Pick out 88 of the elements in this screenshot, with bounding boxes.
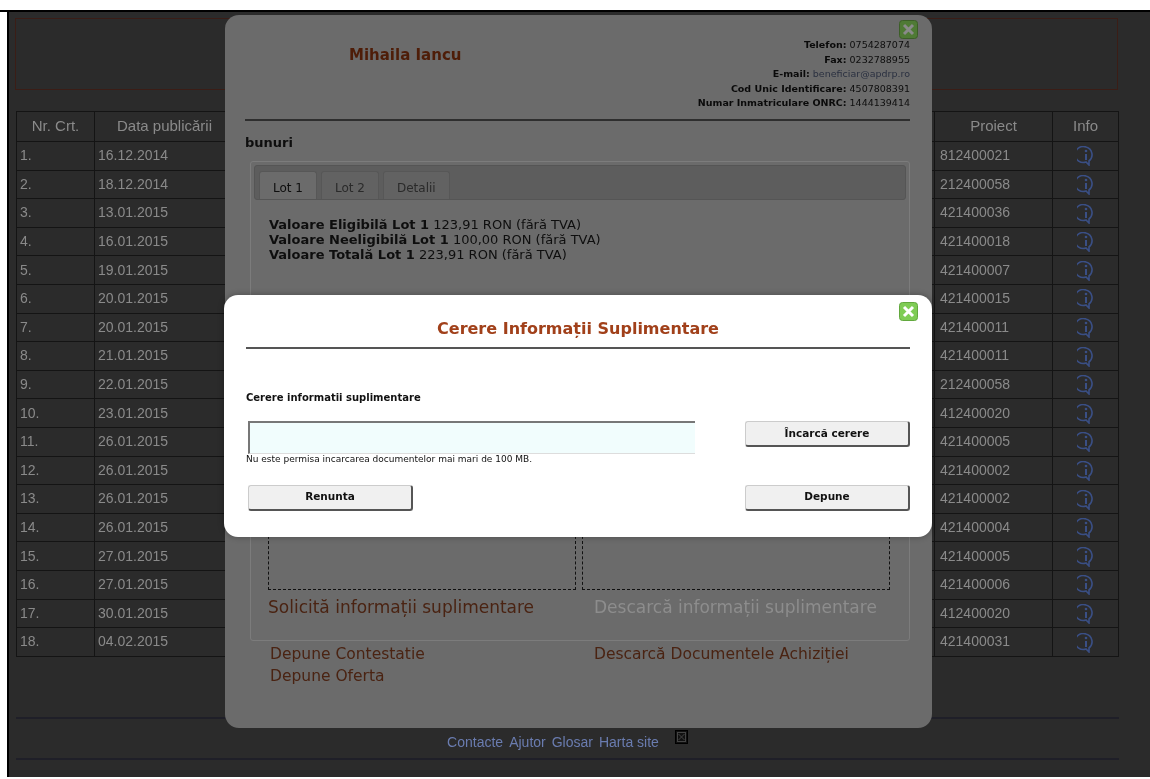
- table-cell: 212400058: [934, 370, 1053, 399]
- column-header: Nr. Crt.: [16, 111, 95, 142]
- value-line: Valoare Totală Lot 1 223,91 RON (fără TVA): [269, 247, 568, 262]
- info-icon[interactable]: [1076, 518, 1095, 539]
- info-icon[interactable]: [1076, 175, 1095, 196]
- table-cell: 2.: [16, 170, 95, 199]
- table-cell: 6.: [16, 284, 95, 314]
- table-cell: 421400006: [934, 570, 1053, 599]
- action-link[interactable]: Depune Oferta: [270, 667, 385, 685]
- action-link[interactable]: Descarcă Documentele Achiziției: [594, 645, 849, 663]
- footer-link[interactable]: Harta site: [598, 731, 659, 753]
- contact-line: Cod Unic Identificare: 4507808391: [729, 81, 910, 96]
- info-icon[interactable]: [1076, 632, 1095, 653]
- table-cell: 421400007: [934, 255, 1053, 285]
- field-label: Cerere informatii suplimentare: [246, 391, 422, 405]
- table-cell: 421400005: [934, 541, 1053, 571]
- info-icon[interactable]: [1076, 346, 1095, 367]
- table-cell: 10.: [16, 398, 95, 428]
- info-icon[interactable]: [1076, 232, 1095, 253]
- supplier-name: Mihaila Iancu: [349, 45, 462, 66]
- footer-link[interactable]: Glosar: [551, 731, 593, 753]
- table-cell: 16.: [16, 570, 95, 599]
- dialog-title: Cerere Informații Suplimentare: [436, 318, 720, 340]
- tab[interactable]: Lot 1: [259, 171, 317, 199]
- info-icon[interactable]: [1076, 603, 1095, 624]
- action-link[interactable]: Depune Contestatie: [270, 645, 425, 663]
- info-icon[interactable]: [1076, 260, 1095, 281]
- info-icon[interactable]: [1076, 318, 1095, 338]
- value-line: Valoare Neeligibilă Lot 1 100,00 RON (fără TVA): [269, 232, 602, 247]
- table-cell: 1.: [16, 141, 95, 171]
- hint-text: Nu este permisa incarcarea documentelor mai mari de 100 MB.: [246, 453, 534, 466]
- table-cell: 12.: [16, 456, 95, 485]
- column-header: Info: [1052, 111, 1119, 142]
- info-icon[interactable]: [1076, 432, 1095, 453]
- table-cell: 11.: [16, 427, 95, 457]
- table-cell: 14.: [16, 513, 95, 542]
- tab[interactable]: Detalii: [382, 171, 450, 199]
- table-cell: 812400021: [934, 141, 1053, 171]
- table-cell: 421400011: [934, 313, 1053, 342]
- info-icon[interactable]: [1076, 289, 1095, 310]
- submit-button[interactable]: Depune: [745, 484, 910, 511]
- action-link[interactable]: Solicită informații suplimentare: [268, 595, 576, 621]
- table-cell: 15.: [16, 541, 95, 571]
- info-icon[interactable]: [1076, 460, 1095, 481]
- info-icon[interactable]: [1076, 375, 1095, 396]
- table-cell: 421400036: [934, 198, 1053, 228]
- table-cell: 4.: [16, 227, 95, 256]
- category-label: bunuri: [245, 133, 294, 152]
- column-header: Proiect: [934, 111, 1053, 142]
- info-icon[interactable]: [1076, 575, 1095, 596]
- footer-link[interactable]: Contacte: [447, 731, 504, 753]
- table-cell: 8.: [16, 341, 95, 371]
- contact-line: Telefon: 0754287074: [802, 38, 910, 52]
- upload-button[interactable]: Încarcă cerere: [745, 421, 910, 447]
- table-cell: 13.: [16, 484, 95, 514]
- table-cell: 421400005: [934, 427, 1053, 457]
- table-cell: 7.: [16, 313, 95, 342]
- table-cell: 421400018: [934, 227, 1053, 256]
- contact-line: E-mail: beneficiar@apdrp.ro: [771, 67, 910, 81]
- table-cell: 412400020: [934, 599, 1053, 628]
- table-cell: 9.: [16, 370, 95, 399]
- table-cell: 421400002: [934, 456, 1053, 485]
- value-line: Valoare Eligibilă Lot 1 123,91 RON (fără TVA): [269, 217, 582, 232]
- table-cell: 421400004: [934, 513, 1053, 542]
- table-cell: 17.: [16, 599, 95, 628]
- file-input-field[interactable]: [248, 421, 695, 454]
- table-cell: 5.: [16, 255, 95, 285]
- table-cell: 421400015: [934, 284, 1053, 314]
- close-icon[interactable]: [899, 20, 918, 39]
- boxed-x-icon: [674, 730, 688, 745]
- table-cell: 421400011: [934, 341, 1053, 371]
- close-icon[interactable]: [899, 302, 918, 321]
- info-icon[interactable]: [1076, 403, 1095, 424]
- info-icon[interactable]: [1076, 203, 1095, 224]
- footer-link[interactable]: Ajutor: [509, 731, 546, 753]
- cancel-button[interactable]: Renunta: [248, 484, 413, 511]
- contact-line: Numar Inmatriculare ONRC: 1444139414: [697, 96, 910, 110]
- table-cell: 421400002: [934, 484, 1053, 514]
- info-icon[interactable]: [1076, 146, 1095, 167]
- table-cell: 412400020: [934, 398, 1053, 428]
- info-icon[interactable]: [1076, 489, 1095, 510]
- table-cell: 18.: [16, 627, 95, 657]
- tab[interactable]: Lot 2: [321, 171, 379, 199]
- table-cell: 3.: [16, 198, 95, 228]
- table-cell: 421400031: [934, 627, 1053, 657]
- contact-line: Fax: 0232788955: [823, 52, 910, 67]
- table-cell: 212400058: [934, 170, 1053, 199]
- info-icon[interactable]: [1076, 546, 1095, 567]
